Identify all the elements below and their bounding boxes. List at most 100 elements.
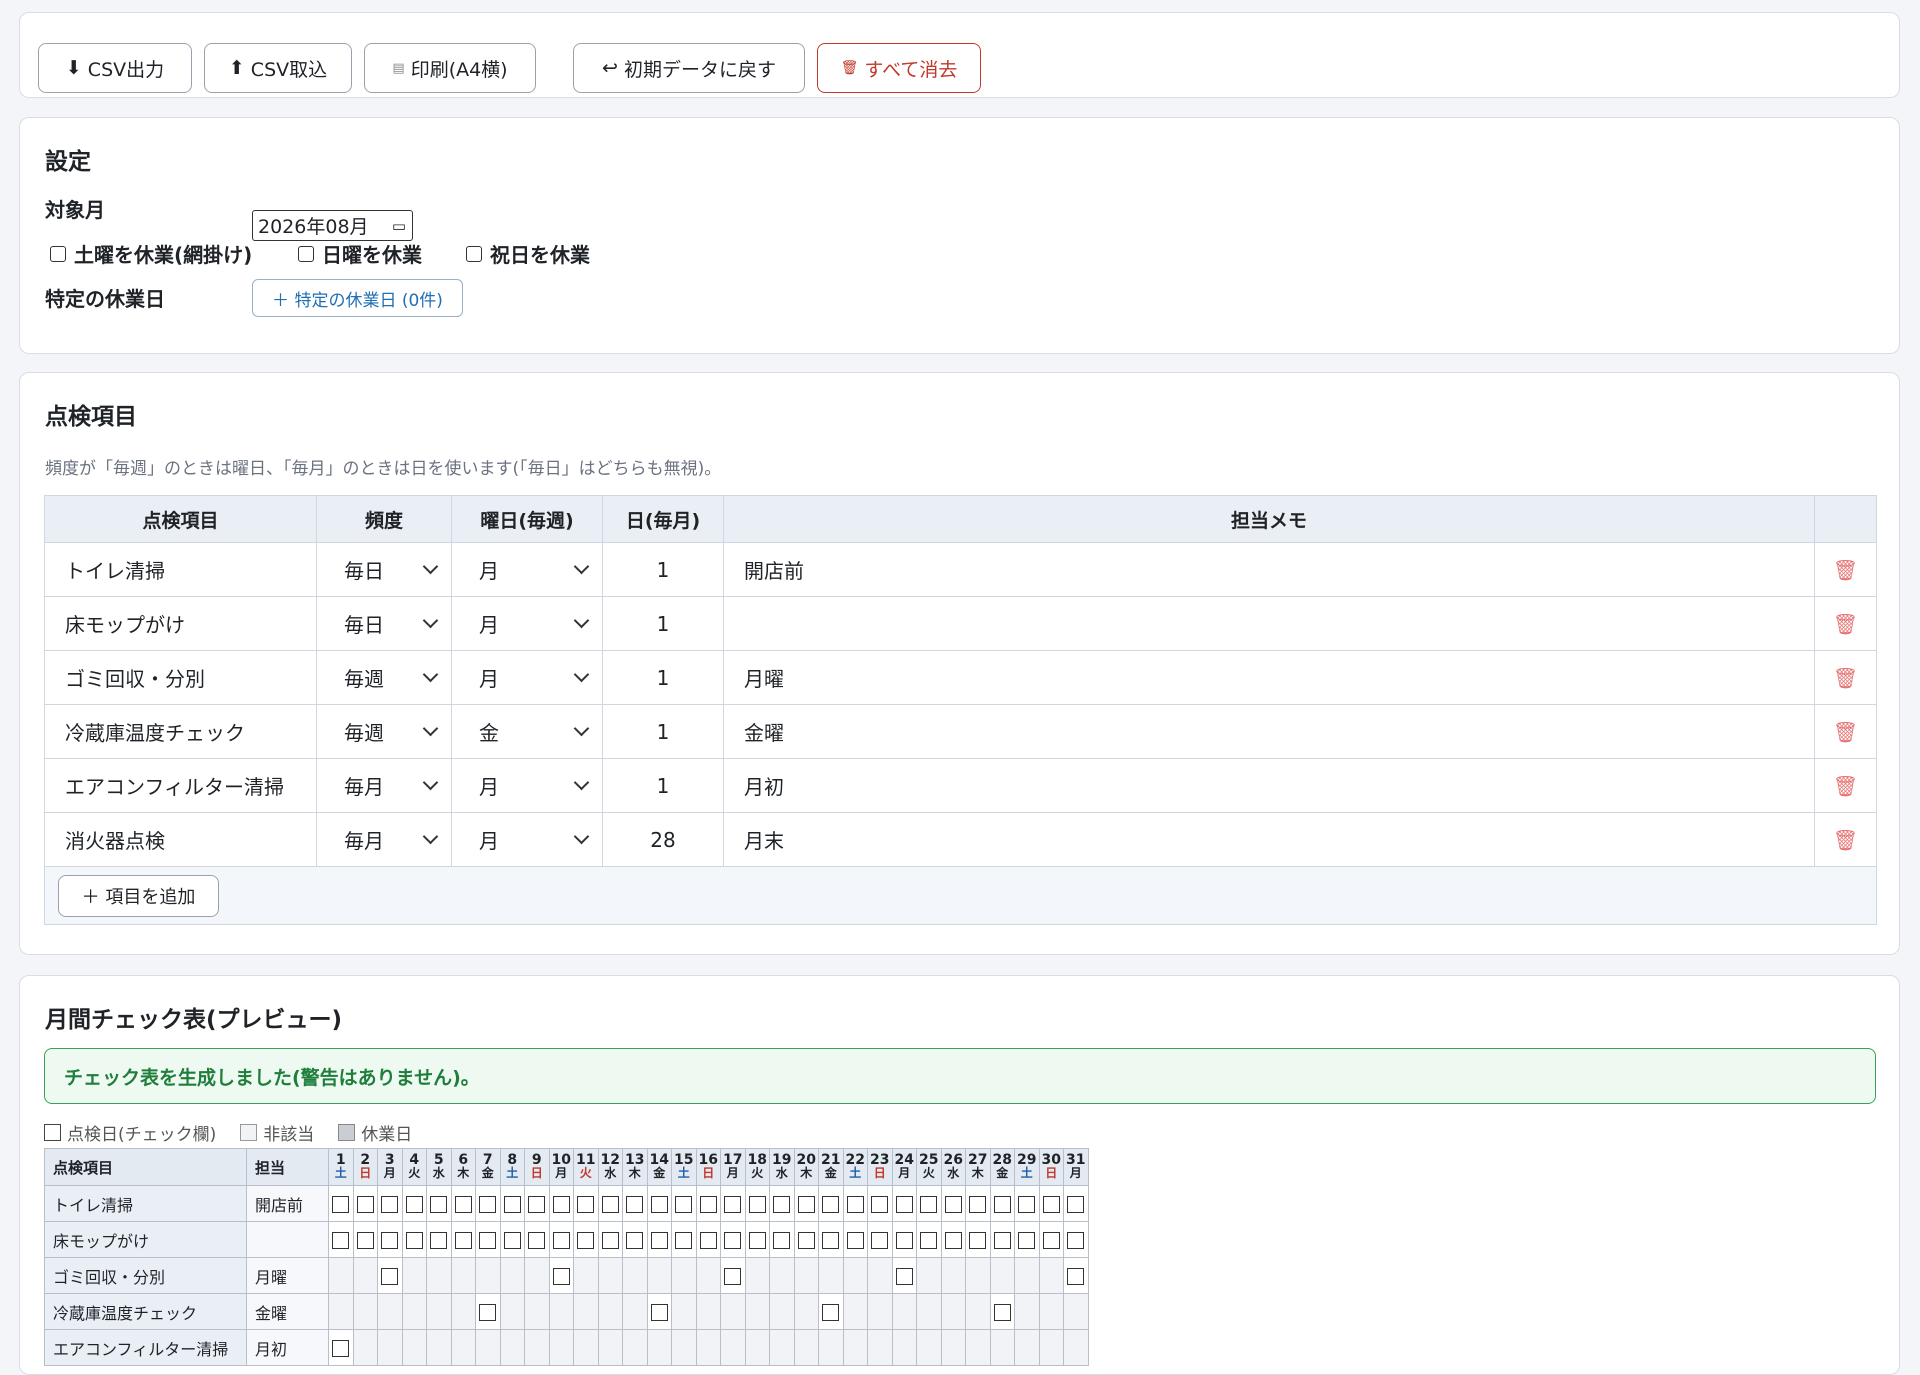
checkbox-icon[interactable]	[332, 1196, 350, 1213]
checkbox-icon[interactable]	[430, 1196, 448, 1213]
item-name-input[interactable]: 冷蔵庫温度チェック	[44, 704, 317, 759]
checkbox-icon[interactable]	[381, 1268, 399, 1285]
memo-input[interactable]: 金曜	[723, 704, 1815, 759]
check-cell[interactable]	[524, 1221, 550, 1258]
check-cell[interactable]	[916, 1221, 942, 1258]
csv-export-button[interactable]: ⬇ CSV出力	[38, 43, 192, 93]
memo-input[interactable]: 月末	[723, 812, 1815, 867]
check-cell[interactable]	[891, 1257, 917, 1294]
checkbox-icon[interactable]	[454, 1196, 472, 1213]
checkbox-icon[interactable]	[1067, 1268, 1085, 1285]
check-cell[interactable]	[622, 1221, 648, 1258]
check-cell[interactable]	[989, 1293, 1015, 1330]
check-cell[interactable]	[475, 1221, 501, 1258]
checkbox-icon[interactable]	[773, 1232, 791, 1249]
check-cell[interactable]	[548, 1221, 574, 1258]
sun-off-checkbox[interactable]: 日曜を休業	[298, 239, 422, 268]
check-cell[interactable]	[475, 1185, 501, 1222]
checkbox-icon[interactable]	[405, 1196, 423, 1213]
checkbox-icon[interactable]	[895, 1232, 913, 1249]
day-input[interactable]: 1	[602, 596, 724, 651]
sat-off-box[interactable]	[50, 245, 66, 262]
checkbox-icon[interactable]	[1018, 1196, 1036, 1213]
checkbox-icon[interactable]	[993, 1196, 1011, 1213]
check-cell[interactable]	[720, 1257, 746, 1294]
freq-select[interactable]: 毎日	[316, 542, 452, 597]
checkbox-icon[interactable]	[748, 1232, 766, 1249]
csv-import-button[interactable]: ⬆ CSV取込	[204, 43, 352, 93]
checkbox-icon[interactable]	[944, 1232, 962, 1249]
memo-input[interactable]	[723, 596, 1815, 651]
check-cell[interactable]	[328, 1329, 354, 1366]
check-cell[interactable]	[769, 1221, 795, 1258]
delete-row-button[interactable]: 🗑	[1814, 596, 1877, 651]
checkbox-icon[interactable]	[1067, 1232, 1085, 1249]
check-cell[interactable]	[818, 1293, 844, 1330]
checkbox-icon[interactable]	[846, 1196, 864, 1213]
day-input[interactable]: 1	[602, 650, 724, 705]
check-cell[interactable]	[377, 1221, 403, 1258]
checkbox-icon[interactable]	[724, 1268, 742, 1285]
checkbox-icon[interactable]	[699, 1232, 717, 1249]
check-cell[interactable]	[940, 1185, 966, 1222]
checkbox-icon[interactable]	[454, 1232, 472, 1249]
freq-select[interactable]: 毎日	[316, 596, 452, 651]
checkbox-icon[interactable]	[479, 1304, 497, 1321]
delete-row-button[interactable]: 🗑	[1814, 704, 1877, 759]
check-cell[interactable]	[744, 1185, 770, 1222]
checkbox-icon[interactable]	[822, 1196, 840, 1213]
holiday-off-box[interactable]	[466, 245, 482, 262]
check-cell[interactable]	[671, 1221, 697, 1258]
check-cell[interactable]	[695, 1221, 721, 1258]
checkbox-icon[interactable]	[650, 1196, 668, 1213]
check-cell[interactable]	[867, 1185, 893, 1222]
check-cell[interactable]	[818, 1185, 844, 1222]
check-cell[interactable]	[352, 1185, 378, 1222]
checkbox-icon[interactable]	[724, 1196, 742, 1213]
print-button[interactable]: ▤ 印刷(A4横)	[364, 43, 536, 93]
check-cell[interactable]	[842, 1185, 868, 1222]
checkbox-icon[interactable]	[430, 1232, 448, 1249]
check-cell[interactable]	[671, 1185, 697, 1222]
month-input[interactable]: 2026年08月 ▭	[252, 210, 413, 241]
check-cell[interactable]	[1063, 1257, 1089, 1294]
check-cell[interactable]	[524, 1185, 550, 1222]
delete-row-button[interactable]: 🗑	[1814, 758, 1877, 813]
checkbox-icon[interactable]	[552, 1196, 570, 1213]
delete-row-button[interactable]: 🗑	[1814, 542, 1877, 597]
checkbox-icon[interactable]	[405, 1232, 423, 1249]
checkbox-icon[interactable]	[748, 1196, 766, 1213]
freq-select[interactable]: 毎週	[316, 704, 452, 759]
check-cell[interactable]	[573, 1221, 599, 1258]
check-cell[interactable]	[720, 1185, 746, 1222]
check-cell[interactable]	[597, 1221, 623, 1258]
checkbox-icon[interactable]	[626, 1196, 644, 1213]
sun-off-box[interactable]	[298, 245, 314, 262]
check-cell[interactable]	[989, 1185, 1015, 1222]
check-cell[interactable]	[646, 1185, 672, 1222]
check-cell[interactable]	[720, 1221, 746, 1258]
checkbox-icon[interactable]	[675, 1196, 693, 1213]
freq-select[interactable]: 毎月	[316, 812, 452, 867]
check-cell[interactable]	[646, 1293, 672, 1330]
checkbox-icon[interactable]	[797, 1232, 815, 1249]
checkbox-icon[interactable]	[381, 1196, 399, 1213]
delete-row-button[interactable]: 🗑	[1814, 812, 1877, 867]
check-cell[interactable]	[891, 1221, 917, 1258]
checkbox-icon[interactable]	[479, 1196, 497, 1213]
checkbox-icon[interactable]	[993, 1304, 1011, 1321]
checkbox-icon[interactable]	[871, 1232, 889, 1249]
item-name-input[interactable]: 床モップがけ	[44, 596, 317, 651]
check-cell[interactable]	[475, 1293, 501, 1330]
check-cell[interactable]	[377, 1257, 403, 1294]
check-cell[interactable]	[450, 1221, 476, 1258]
checkbox-icon[interactable]	[1042, 1232, 1060, 1249]
check-cell[interactable]	[646, 1221, 672, 1258]
checkbox-icon[interactable]	[577, 1232, 595, 1249]
add-item-button[interactable]: ＋ 項目を追加	[58, 874, 219, 917]
check-cell[interactable]	[401, 1221, 427, 1258]
check-cell[interactable]	[916, 1185, 942, 1222]
day-input[interactable]: 1	[602, 542, 724, 597]
check-cell[interactable]	[965, 1221, 991, 1258]
checkbox-icon[interactable]	[822, 1304, 840, 1321]
